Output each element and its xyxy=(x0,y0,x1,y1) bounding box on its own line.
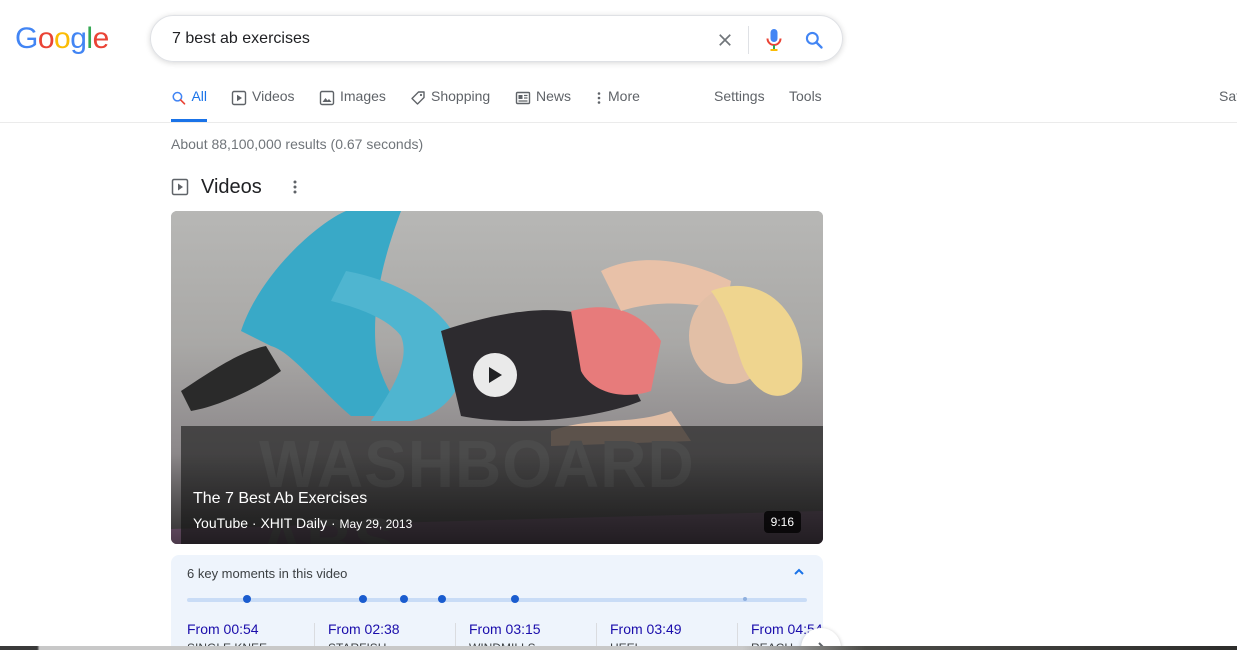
newspaper-icon xyxy=(515,91,531,105)
video-meta: YouTube · XHIT Daily · May 29, 2013 xyxy=(193,515,412,531)
video-duration: 9:16 xyxy=(763,511,801,533)
section-title: Videos xyxy=(201,175,262,198)
logo-letter: o xyxy=(37,22,55,55)
chevron-up-icon[interactable] xyxy=(793,566,805,578)
key-moments-heading: 6 key moments in this video xyxy=(187,566,348,581)
tab-news[interactable]: News xyxy=(515,88,571,122)
search-input[interactable] xyxy=(172,28,692,50)
image-icon xyxy=(319,90,335,106)
clear-icon[interactable] xyxy=(713,28,737,52)
search-box xyxy=(150,15,843,62)
video-source: YouTube · XHIT Daily · xyxy=(193,515,340,531)
video-icon xyxy=(171,178,189,196)
search-icon[interactable] xyxy=(802,28,826,52)
key-moment-time: From 00:54 xyxy=(187,621,259,637)
logo-letter: o xyxy=(54,22,71,55)
key-moments-panel: 6 key moments in this video From 00:54SI… xyxy=(171,555,823,650)
search-divider xyxy=(748,26,749,54)
timeline-marker[interactable] xyxy=(742,597,747,601)
tab-label: Videos xyxy=(252,88,295,104)
logo-letter: G xyxy=(15,22,38,55)
tab-more[interactable]: More xyxy=(595,88,640,122)
timeline-marker[interactable] xyxy=(510,595,519,603)
video-title[interactable]: The 7 Best Ab Exercises xyxy=(193,490,367,508)
search-icon xyxy=(172,91,186,105)
tab-label: All xyxy=(191,88,207,104)
section-menu-icon[interactable] xyxy=(292,179,298,195)
timeline-track[interactable] xyxy=(187,598,807,602)
settings-label: Settings xyxy=(714,88,765,104)
header-divider xyxy=(0,122,1237,123)
tab-label: Images xyxy=(340,88,386,104)
play-button[interactable] xyxy=(473,353,517,397)
key-moment-time: From 02:38 xyxy=(328,621,400,637)
logo-letter: g xyxy=(70,22,87,55)
settings-link[interactable]: Settings xyxy=(714,88,765,122)
tab-images[interactable]: Images xyxy=(319,88,386,122)
tab-label: News xyxy=(536,88,572,104)
tab-videos[interactable]: Videos xyxy=(231,88,295,122)
key-moment-time: From 03:15 xyxy=(469,621,541,637)
video-date: May 29, 2013 xyxy=(339,517,413,531)
tag-icon xyxy=(411,91,425,105)
safesearch-link[interactable]: Saf xyxy=(1219,88,1237,122)
result-stats: About 88,100,000 results (0.67 seconds) xyxy=(171,136,424,152)
video-icon xyxy=(231,90,247,106)
microphone-icon[interactable] xyxy=(762,28,786,52)
google-logo[interactable]: Google xyxy=(15,22,109,56)
bottom-strip xyxy=(0,646,1237,650)
tab-all[interactable]: All xyxy=(171,88,207,122)
tab-shopping[interactable]: Shopping xyxy=(410,88,490,122)
tab-label: More xyxy=(608,88,640,104)
vertical-dots-icon xyxy=(597,92,601,104)
play-icon xyxy=(489,367,502,383)
key-moment-time: From 03:49 xyxy=(610,621,682,637)
safesearch-label: Saf xyxy=(1219,88,1237,104)
tab-label: Shopping xyxy=(431,88,491,104)
tools-label: Tools xyxy=(789,88,822,104)
videos-section-header: Videos xyxy=(171,175,298,199)
logo-letter: e xyxy=(92,22,110,55)
video-thumbnail[interactable]: WASHBOARD ABS The 7 Best Ab Exercises Yo… xyxy=(171,211,823,544)
tools-link[interactable]: Tools xyxy=(789,88,822,122)
